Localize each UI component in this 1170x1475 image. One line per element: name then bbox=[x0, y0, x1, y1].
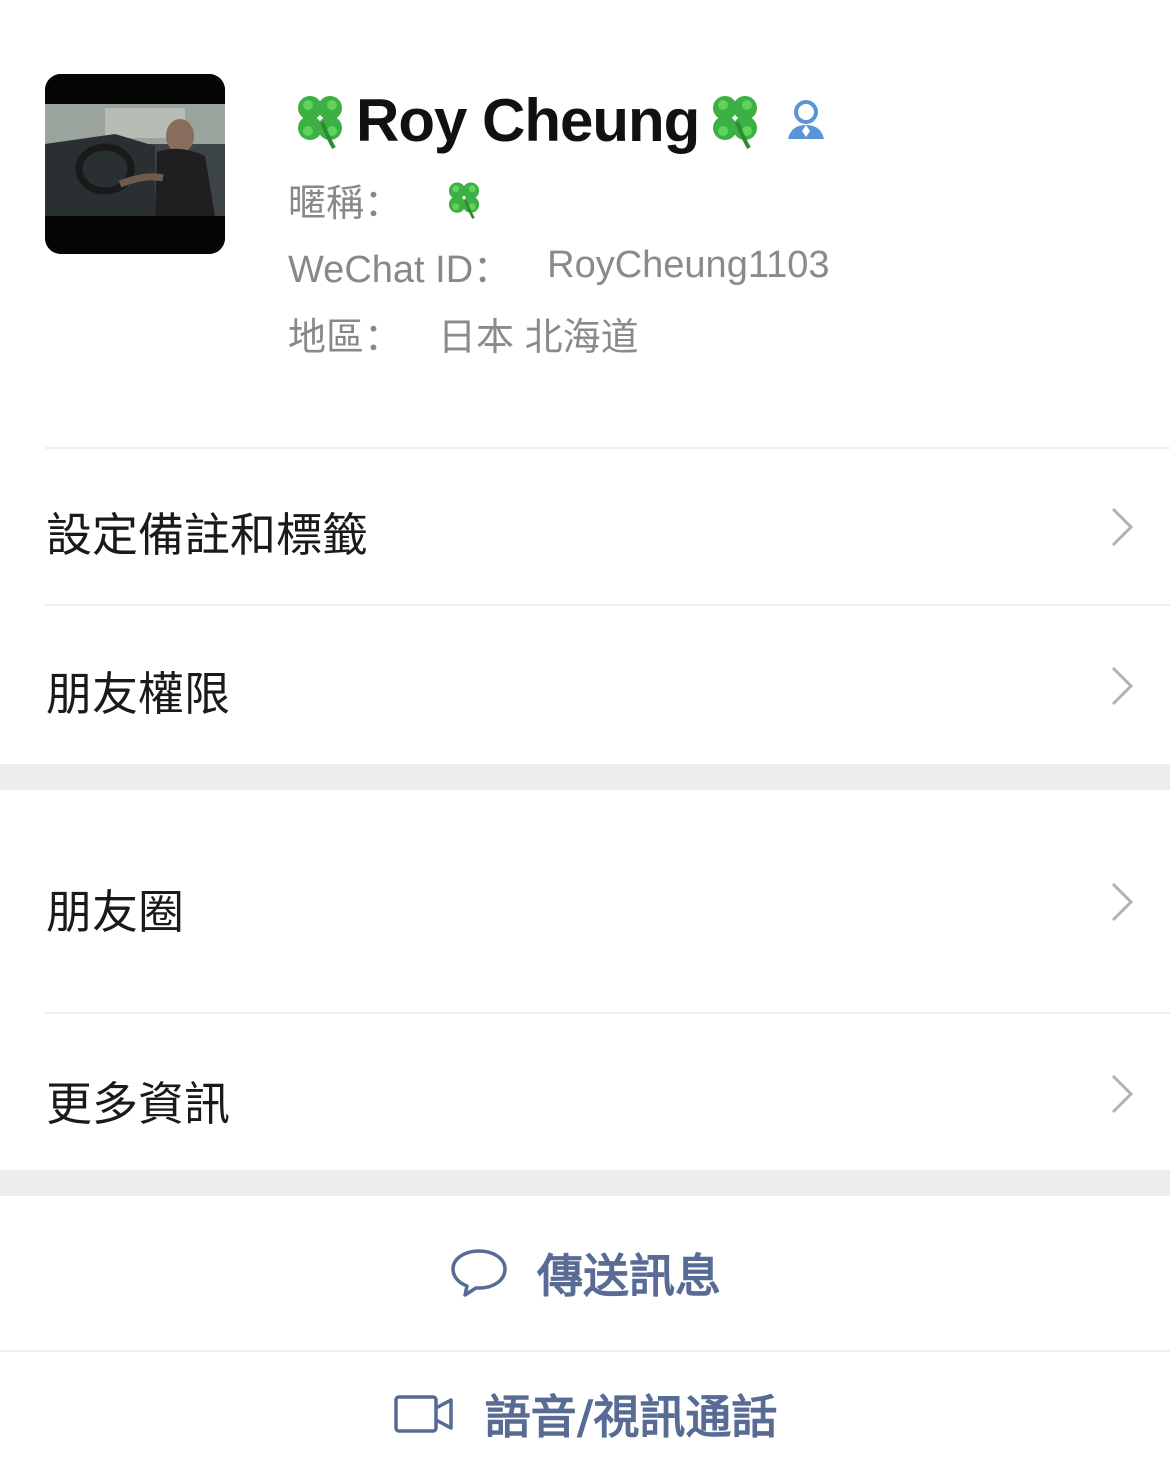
region-line: 地區： 日本 北海道 bbox=[288, 306, 639, 360]
send-message-label: 傳送訊息 bbox=[537, 1249, 721, 1303]
four-leaf-clover-icon bbox=[288, 88, 352, 152]
chevron-right-icon bbox=[1110, 880, 1134, 924]
chevron-right-icon bbox=[1110, 664, 1134, 708]
more-info-label: 更多資訊 bbox=[46, 1077, 230, 1131]
chat-bubble-icon bbox=[449, 1247, 509, 1299]
moments-row[interactable]: 朋友圈 bbox=[0, 790, 1170, 1012]
profile-header: Roy Cheung 暱稱： WeChat ID： RoyCheung1103 … bbox=[0, 0, 1170, 448]
section-separator bbox=[0, 1170, 1170, 1196]
wechat-id-label: WeChat ID： bbox=[288, 248, 512, 291]
remarks-and-tags-row[interactable]: 設定備註和標籤 bbox=[0, 449, 1170, 604]
voice-video-call-button[interactable]: 語音/視訊通話 bbox=[0, 1352, 1170, 1475]
video-camera-icon bbox=[393, 1392, 457, 1436]
name-row: Roy Cheung bbox=[288, 82, 829, 158]
more-info-row[interactable]: 更多資訊 bbox=[0, 1014, 1170, 1170]
nickname-label: 暱稱： bbox=[288, 182, 403, 225]
send-message-button[interactable]: 傳送訊息 bbox=[0, 1196, 1170, 1350]
contact-person-icon bbox=[783, 97, 829, 143]
moments-label: 朋友圈 bbox=[46, 885, 184, 939]
wechat-id-value: RoyCheung1103 bbox=[547, 243, 830, 286]
four-leaf-clover-icon bbox=[442, 177, 486, 221]
nickname-line: 暱稱： bbox=[288, 172, 486, 226]
voice-video-call-label: 語音/視訊通話 bbox=[484, 1389, 778, 1444]
four-leaf-clover-icon bbox=[703, 88, 767, 152]
region-label: 地區： bbox=[288, 316, 403, 359]
avatar[interactable] bbox=[45, 74, 225, 254]
friend-permissions-row[interactable]: 朋友權限 bbox=[0, 606, 1170, 764]
region-value: 日本 北海道 bbox=[438, 316, 639, 359]
avatar-image bbox=[45, 74, 225, 254]
friend-permissions-label: 朋友權限 bbox=[46, 667, 230, 721]
wechat-id-line: WeChat ID： RoyCheung1103 bbox=[288, 238, 830, 292]
display-name: Roy Cheung bbox=[356, 86, 700, 154]
chevron-right-icon bbox=[1110, 505, 1134, 549]
remarks-and-tags-label: 設定備註和標籤 bbox=[46, 508, 368, 562]
section-separator bbox=[0, 764, 1170, 790]
chevron-right-icon bbox=[1110, 1072, 1134, 1116]
